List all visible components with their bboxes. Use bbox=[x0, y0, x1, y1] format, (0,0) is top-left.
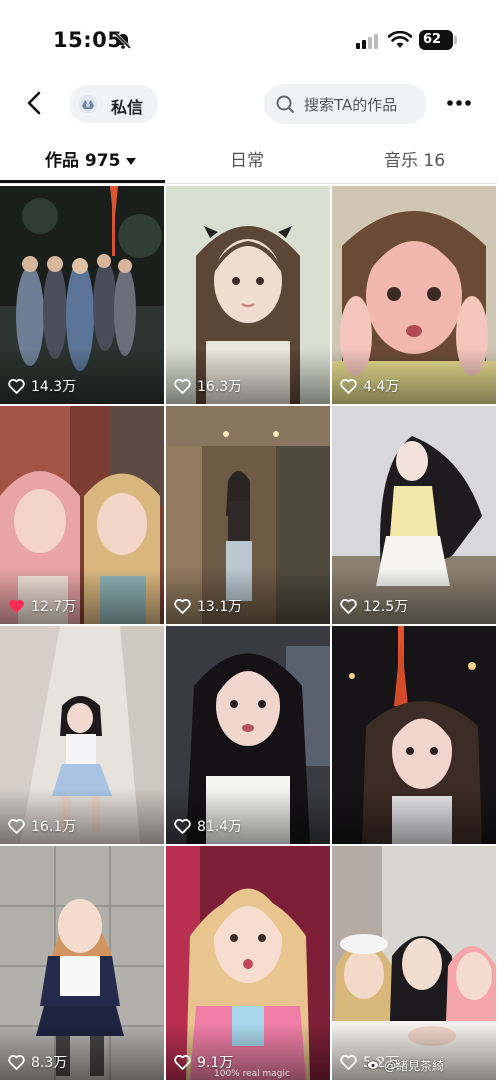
like-count-text: 8.3万 bbox=[31, 1055, 68, 1071]
like-count-text: 16.3万 bbox=[197, 379, 243, 395]
like-count-text: 13.1万 bbox=[197, 599, 243, 615]
video-tile[interactable]: 81.4万 bbox=[166, 626, 330, 844]
dm-label: 私信 bbox=[111, 98, 144, 117]
tab-divider bbox=[0, 183, 497, 184]
tab-daily-label: 日常 bbox=[230, 151, 264, 171]
status-time: 15:05 bbox=[53, 28, 123, 52]
video-tile[interactable] bbox=[332, 626, 496, 844]
battery-indicator: 62 bbox=[419, 30, 457, 50]
tab-dropdown-arrow-icon bbox=[126, 157, 137, 165]
heart-outline-icon bbox=[340, 378, 357, 394]
direct-message-button[interactable]: 私信 bbox=[69, 85, 158, 123]
heart-outline-icon bbox=[174, 818, 191, 834]
wifi-icon bbox=[388, 31, 412, 48]
like-count: 8.3万 bbox=[8, 1052, 67, 1072]
heart-outline-icon bbox=[340, 598, 357, 614]
video-tile[interactable]: 16.1万 bbox=[0, 626, 164, 844]
video-tile[interactable]: 12.7万 bbox=[0, 406, 164, 624]
back-arrow-icon[interactable] bbox=[20, 88, 50, 118]
video-tile[interactable]: 12.5万 bbox=[332, 406, 496, 624]
like-count: 13.1万 bbox=[174, 596, 242, 616]
video-tile[interactable]: 4.4万 bbox=[332, 186, 496, 404]
tab-works[interactable]: 作品 975 bbox=[45, 146, 137, 171]
dm-avatar-icon bbox=[79, 95, 97, 113]
video-tile[interactable]: 13.1万 bbox=[166, 406, 330, 624]
signal-icon bbox=[356, 34, 378, 49]
like-count: 12.5万 bbox=[340, 596, 408, 616]
tile-shade bbox=[332, 788, 496, 844]
more-options-icon[interactable] bbox=[446, 96, 472, 110]
weibo-logo-icon bbox=[367, 1058, 381, 1070]
like-count: 16.1万 bbox=[8, 816, 76, 836]
like-count-text: 4.4万 bbox=[363, 379, 400, 395]
like-count: 14.3万 bbox=[8, 376, 76, 396]
video-tile[interactable]: 8.3万 bbox=[0, 846, 164, 1080]
watermark-text: @緒見茶綺 bbox=[384, 1059, 445, 1073]
search-works-input[interactable]: 搜索TA的作品 bbox=[264, 84, 427, 124]
tab-music[interactable]: 音乐 16 bbox=[384, 146, 445, 171]
heart-outline-icon bbox=[8, 378, 25, 394]
heart-filled-icon bbox=[9, 599, 24, 613]
like-count-text: 81.4万 bbox=[197, 819, 243, 835]
like-count-text: 14.3万 bbox=[31, 379, 77, 395]
bell-muted-icon bbox=[114, 32, 132, 50]
heart-outline-icon bbox=[174, 378, 191, 394]
heart-outline-icon bbox=[340, 1054, 357, 1070]
like-count: 4.4万 bbox=[340, 376, 399, 396]
video-tile[interactable]: 5.2万 bbox=[332, 846, 496, 1080]
like-count: 16.3万 bbox=[174, 376, 242, 396]
heart-outline-icon bbox=[8, 1054, 25, 1070]
video-tile[interactable]: 14.3万 bbox=[0, 186, 164, 404]
tab-daily[interactable]: 日常 bbox=[230, 146, 264, 171]
heart-outline-icon bbox=[174, 598, 191, 614]
search-icon bbox=[276, 95, 294, 113]
tab-music-label: 音乐 16 bbox=[384, 151, 446, 171]
like-count-text: 16.1万 bbox=[31, 819, 77, 835]
status-bar: 15:05 62 bbox=[0, 0, 497, 80]
battery-level: 62 bbox=[423, 32, 442, 47]
heart-outline-icon bbox=[174, 1054, 191, 1070]
like-count: 81.4万 bbox=[174, 816, 242, 836]
video-tile[interactable]: 16.3万 bbox=[166, 186, 330, 404]
video-grid: 14.3万 16.3万 4.4万 12.7万 13.1万 12.5万 16.1万… bbox=[0, 186, 497, 1080]
like-count-text: 12.7万 bbox=[31, 599, 77, 615]
like-count-text: 12.5万 bbox=[363, 599, 409, 615]
heart-outline-icon bbox=[8, 818, 25, 834]
video-tile[interactable]: 9.1万 bbox=[166, 846, 330, 1080]
like-count: 12.7万 bbox=[8, 596, 76, 616]
tab-works-label: 作品 975 bbox=[45, 151, 121, 171]
video-caption: 100% real magic bbox=[214, 1069, 290, 1079]
search-placeholder: 搜索TA的作品 bbox=[304, 96, 398, 114]
